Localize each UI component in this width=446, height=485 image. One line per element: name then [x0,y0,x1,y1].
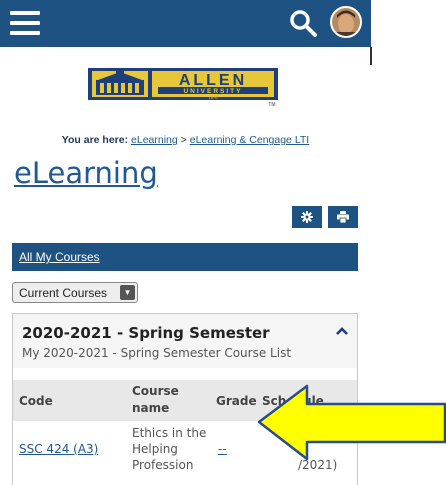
logo-word: ALLEN [179,72,247,89]
gear-icon [301,211,313,223]
course-name: Ethics in the [132,426,207,440]
panel-header[interactable]: 2020-2021 - Spring Semester My 2020-2021… [13,314,357,368]
column-header-code[interactable]: Code [19,394,53,408]
column-header-course-name[interactable]: Course [132,384,179,398]
dropdown-selected-value: Current Courses [19,286,108,300]
column-header-course-name-2[interactable]: name [132,401,169,415]
breadcrumb-prefix: You are here: [61,134,129,146]
top-nav-bar [0,0,371,47]
course-code-link[interactable]: SSC 424 (A3) [19,442,98,456]
grade-link[interactable]: -- [218,442,227,456]
pointer-arrow-annotation [257,384,446,461]
all-courses-bar: All My Courses [12,243,358,271]
menu-icon[interactable] [10,11,40,35]
university-logo[interactable]: ALLEN UNIVERSITY 1870 TM [88,66,278,108]
breadcrumb-cengage-link[interactable]: eLearning & Cengage LTI [190,134,309,146]
chevron-up-icon[interactable] [335,326,349,336]
user-avatar[interactable] [330,6,362,38]
divider [370,47,372,65]
column-header-grade[interactable]: Grade [216,394,257,408]
course-name-line3: Profession [132,458,194,472]
settings-button[interactable] [292,206,322,228]
breadcrumb: You are here: eLearning > eLearning & Ce… [0,134,371,146]
page-title[interactable]: eLearning [14,156,158,190]
semester-subtitle: My 2020-2021 - Spring Semester Course Li… [22,346,292,360]
logo-year: 1870 [209,95,219,100]
course-filter-dropdown[interactable]: Current Courses ▼ [12,282,138,303]
print-button[interactable] [328,206,358,228]
print-icon [337,211,349,223]
breadcrumb-elearning-link[interactable]: eLearning [131,134,178,146]
logo-subword: UNIVERSITY [183,88,242,95]
breadcrumb-separator: > [180,134,187,146]
semester-title: 2020-2021 - Spring Semester [22,324,270,342]
course-name-line2: Helping [132,442,178,456]
search-icon[interactable] [288,8,318,38]
logo-tm: TM [268,102,275,108]
all-my-courses-link[interactable]: All My Courses [19,250,100,264]
chevron-down-icon: ▼ [120,285,135,300]
